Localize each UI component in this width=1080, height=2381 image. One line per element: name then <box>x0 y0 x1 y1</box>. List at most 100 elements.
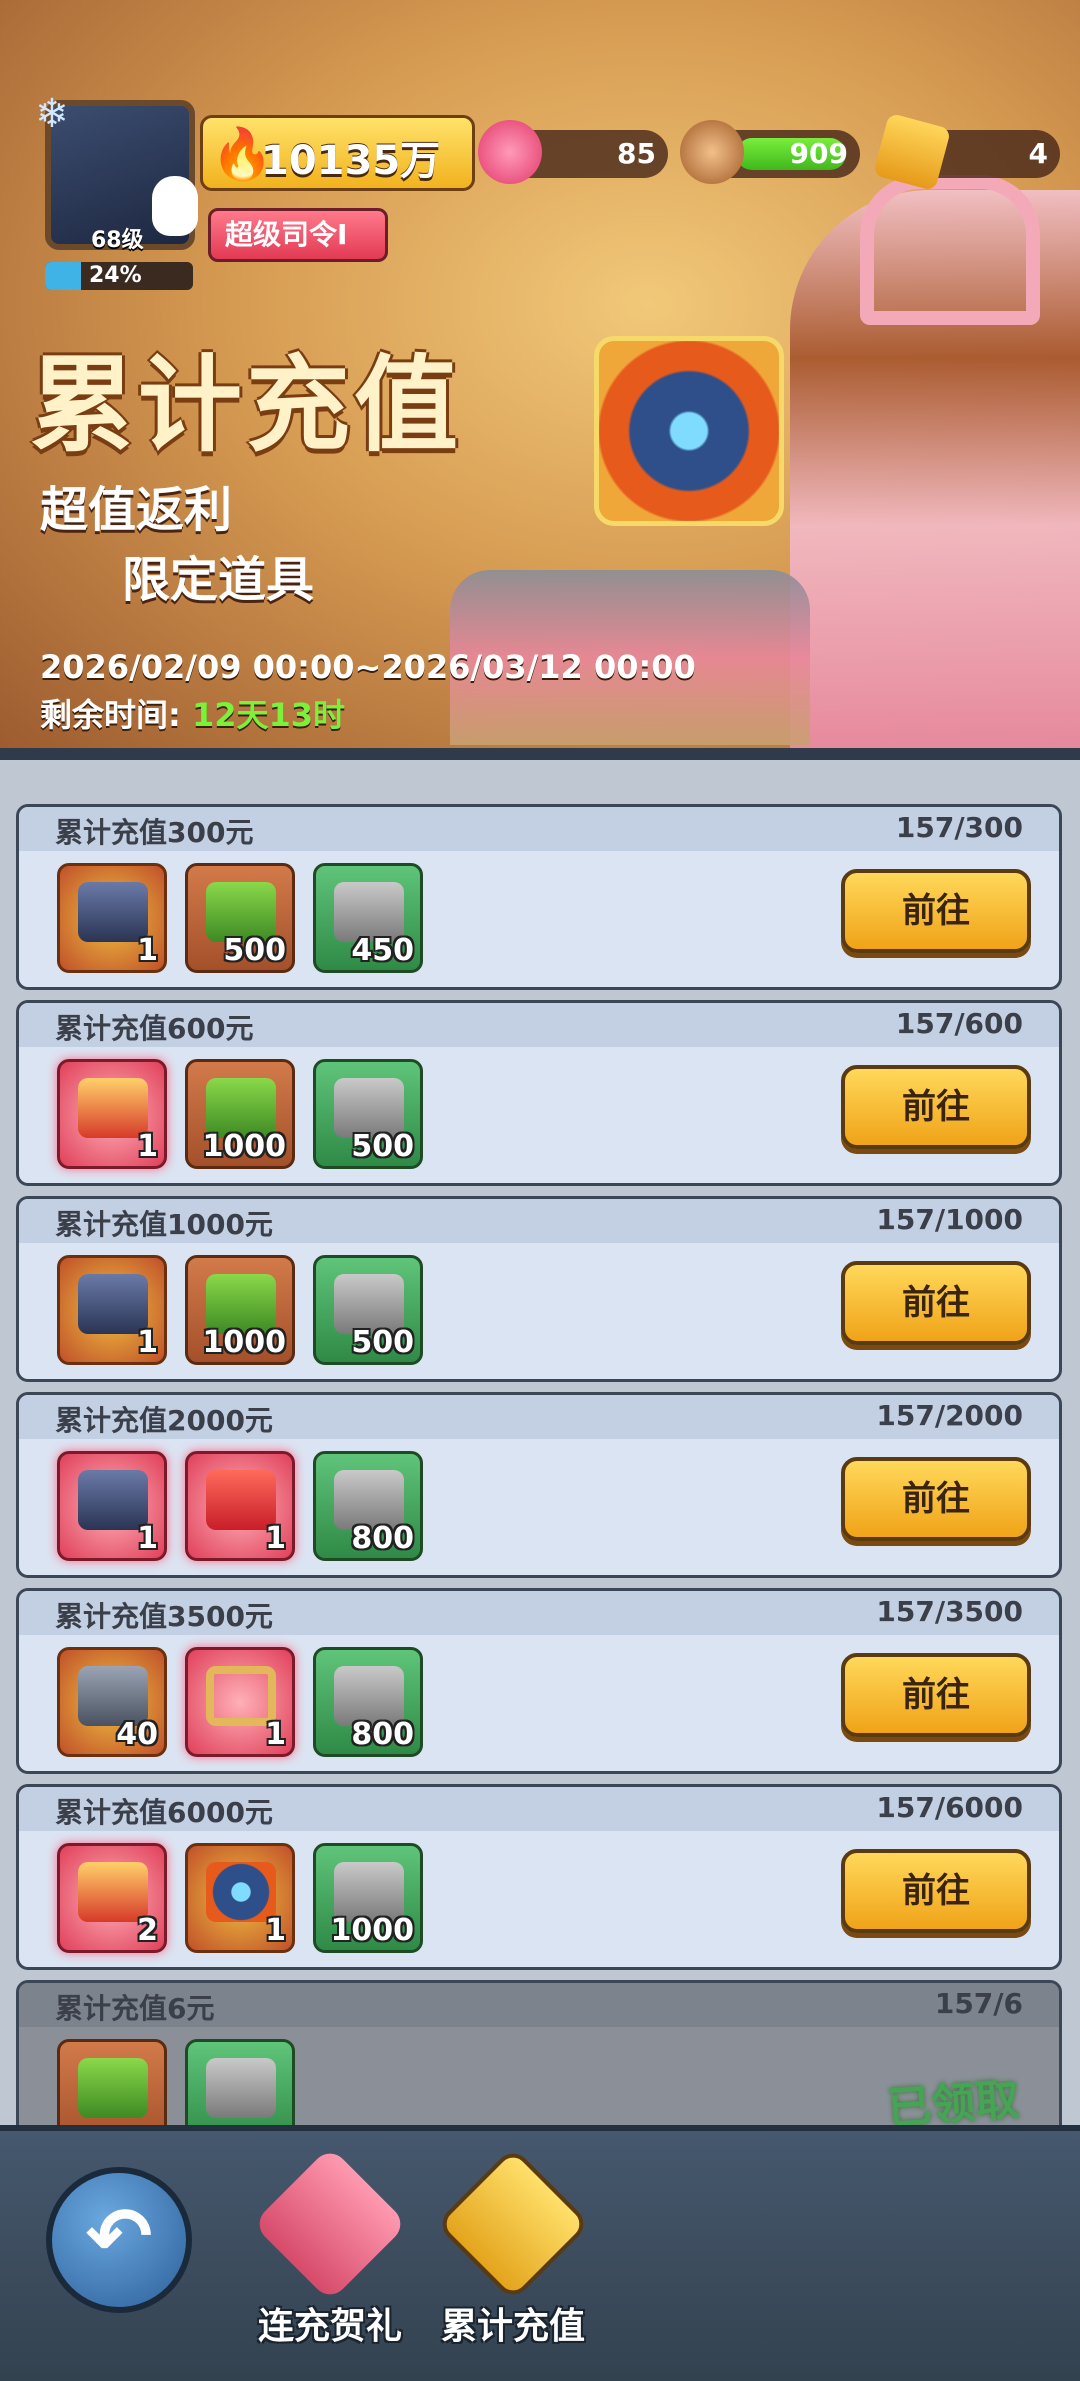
event-banner: 68级 ❄ 24% 🔥 10135万 超级司令I 85 909 4 累计充值 超… <box>0 0 1080 760</box>
wood-resource[interactable]: 909 <box>680 120 860 184</box>
rank-title-badge[interactable]: 超级司令I <box>208 208 388 262</box>
reward-quantity: 1 <box>137 933 158 968</box>
reward-item[interactable]: 1 <box>57 863 167 973</box>
combat-power-value: 10135万 <box>261 138 441 184</box>
snowman-icon <box>152 176 198 236</box>
reward-item[interactable]: 1 <box>57 1059 167 1169</box>
tier-title: 累计充值300元 <box>55 816 254 849</box>
gem-icon <box>478 120 542 184</box>
tier-progress: 157/2000 <box>876 1399 1023 1432</box>
tier-title: 累计充值6000元 <box>55 1796 273 1829</box>
reward-quantity: 1000 <box>202 1325 287 1360</box>
gem-resource[interactable]: 85 <box>478 120 668 184</box>
reward-tier-card: 累计充值600元 157/600 1 1000 500 前往 <box>16 1000 1062 1186</box>
tier-title: 累计充值3500元 <box>55 1600 273 1633</box>
tier-header: 累计充值6000元 157/6000 <box>19 1787 1059 1831</box>
reward-item[interactable]: 1 <box>57 1451 167 1561</box>
tier-progress: 157/6 <box>934 1987 1023 2020</box>
reward-item[interactable]: 1000 <box>185 1059 295 1169</box>
cash-icon <box>78 2058 148 2118</box>
reward-item[interactable]: 1 <box>57 1255 167 1365</box>
tier-header: 累计充值300元 157/300 <box>19 807 1059 851</box>
tier-progress: 157/3500 <box>876 1595 1023 1628</box>
reward-item[interactable]: 500 <box>185 863 295 973</box>
reward-quantity: 1 <box>137 1521 158 1556</box>
reward-item[interactable]: 1 <box>185 1451 295 1561</box>
reward-quantity: 1 <box>265 1913 286 1948</box>
reward-item[interactable]: 450 <box>313 863 423 973</box>
ticket-count: 4 <box>1028 137 1048 170</box>
tier-header: 累计充值3500元 157/3500 <box>19 1591 1059 1635</box>
reward-quantity: 800 <box>351 1717 414 1752</box>
reward-tier-card: 累计充值1000元 157/1000 1 1000 500 前往 <box>16 1196 1062 1382</box>
reward-quantity: 1 <box>137 1325 158 1360</box>
event-subtitle-2: 限定道具 <box>122 552 315 608</box>
reward-quantity: 2 <box>137 1913 158 1948</box>
tier-title: 累计充值6元 <box>55 1992 215 2025</box>
reward-item[interactable]: 500 <box>313 1255 423 1365</box>
gem-count: 85 <box>617 137 656 170</box>
reward-item[interactable]: 1000 <box>313 1843 423 1953</box>
reward-tier-list[interactable]: 累计充值300元 157/300 1 500 450 前往 累计充值600元 157/600 1… <box>0 760 1080 2125</box>
go-button[interactable]: 前往 <box>841 869 1031 953</box>
go-button[interactable]: 前往 <box>841 1653 1031 1737</box>
reward-item[interactable]: 800 <box>313 1451 423 1561</box>
exp-bar: 24% <box>45 262 193 290</box>
tab-label: 累计充值 <box>440 2306 585 2347</box>
reward-item[interactable]: 1 <box>185 1647 295 1757</box>
reward-item[interactable]: 1 <box>185 1843 295 1953</box>
bottom-nav: ↶ 连充贺礼 累计充值 <box>0 2125 1080 2381</box>
reward-item[interactable]: 500 <box>313 1059 423 1169</box>
tier-progress: 157/6000 <box>876 1791 1023 1824</box>
reward-quantity: 1 <box>265 1521 286 1556</box>
tier-header: 累计充值2000元 157/2000 <box>19 1395 1059 1439</box>
tier-progress: 157/600 <box>895 1007 1023 1040</box>
player-level: 68级 <box>91 228 144 253</box>
tier-title: 累计充值2000元 <box>55 1404 273 1437</box>
reward-tier-card: 累计充值6000元 157/6000 2 1 1000 前往 <box>16 1784 1062 1970</box>
ticket-resource[interactable]: 4 <box>872 112 1060 192</box>
featured-item-icon[interactable] <box>594 336 784 526</box>
claimed-stamp: 已领取 <box>885 2074 1021 2125</box>
wood-icon <box>680 120 744 184</box>
reward-quantity: 450 <box>351 933 414 968</box>
tier-title: 累计充值600元 <box>55 1012 254 1045</box>
tier-progress: 157/1000 <box>876 1203 1023 1236</box>
reward-quantity: 1 <box>137 1129 158 1164</box>
reward-quantity: 500 <box>223 933 286 968</box>
tier-header: 累计充值6元 157/6 <box>19 1983 1059 2027</box>
reward-item[interactable] <box>185 2039 295 2125</box>
go-button[interactable]: 前往 <box>841 1261 1031 1345</box>
can-icon <box>206 2058 276 2118</box>
gift-box-icon <box>252 2146 408 2302</box>
tier-header: 累计充值600元 157/600 <box>19 1003 1059 1047</box>
reward-quantity: 1000 <box>202 1129 287 1164</box>
wood-count: 909 <box>789 137 848 170</box>
event-date-range: 2026/02/09 00:00~2026/03/12 00:00 <box>40 648 696 686</box>
reward-item[interactable]: 800 <box>313 1647 423 1757</box>
combat-power-badge: 🔥 10135万 <box>200 115 475 191</box>
reward-quantity: 40 <box>116 1717 158 1752</box>
tab-label: 连充贺礼 <box>257 2306 402 2347</box>
tab-consecutive-recharge[interactable]: 连充贺礼 <box>245 2146 415 2359</box>
reward-quantity: 500 <box>351 1129 414 1164</box>
snowflake-icon: ❄ <box>35 91 69 137</box>
reward-item[interactable]: 40 <box>57 1647 167 1757</box>
tier-title: 累计充值1000元 <box>55 1208 273 1241</box>
event-title: 累计充值 <box>30 344 463 466</box>
reward-item[interactable] <box>57 2039 167 2125</box>
go-button[interactable]: 前往 <box>841 1849 1031 1933</box>
go-button[interactable]: 前往 <box>841 1457 1031 1541</box>
reward-tier-card: 累计充值6元 157/6 已领取 <box>16 1980 1062 2125</box>
reward-quantity: 500 <box>351 1325 414 1360</box>
reward-tier-card: 累计充值3500元 157/3500 40 1 800 前往 <box>16 1588 1062 1774</box>
back-arrow-icon: ↶ <box>85 2190 153 2283</box>
event-subtitle-1: 超值返利 <box>40 482 233 538</box>
back-button[interactable]: ↶ <box>46 2167 192 2313</box>
tab-cumulative-recharge[interactable]: 累计充值 <box>428 2146 598 2359</box>
go-button[interactable]: 前往 <box>841 1065 1031 1149</box>
reward-tier-card: 累计充值300元 157/300 1 500 450 前往 <box>16 804 1062 990</box>
reward-item[interactable]: 1000 <box>185 1255 295 1365</box>
reward-item[interactable]: 2 <box>57 1843 167 1953</box>
reward-quantity: 800 <box>351 1521 414 1556</box>
